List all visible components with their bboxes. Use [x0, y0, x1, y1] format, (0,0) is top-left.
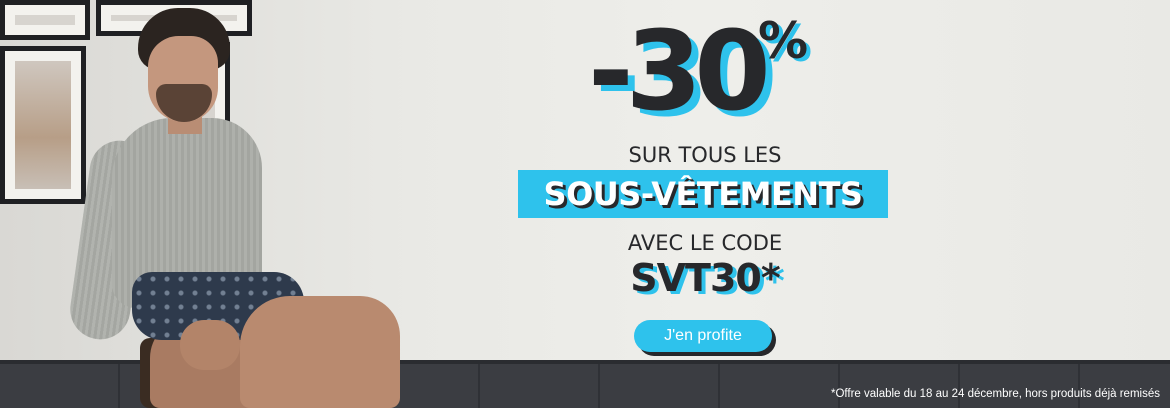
promo-code: SVT30*: [630, 256, 780, 300]
highlight-text: SOUS-VÊTEMENTS: [543, 175, 863, 213]
highlight-bar: SOUS-VÊTEMENTS: [518, 170, 888, 218]
percent-sign: %: [758, 12, 809, 70]
promo-banner[interactable]: -30 % SUR TOUS LES SOUS-VÊTEMENTS AVEC L…: [0, 0, 1170, 408]
promo-block: -30 % SUR TOUS LES SOUS-VÊTEMENTS AVEC L…: [500, 0, 910, 408]
disclaimer-text: *Offre valable du 18 au 24 décembre, hor…: [830, 388, 1160, 400]
promo-line-2: AVEC LE CODE: [627, 231, 783, 255]
model-photo: [40, 0, 400, 408]
cta-button[interactable]: J'en profite: [634, 320, 772, 352]
discount-value: -30: [588, 7, 771, 135]
promo-line-1: SUR TOUS LES: [628, 143, 782, 167]
